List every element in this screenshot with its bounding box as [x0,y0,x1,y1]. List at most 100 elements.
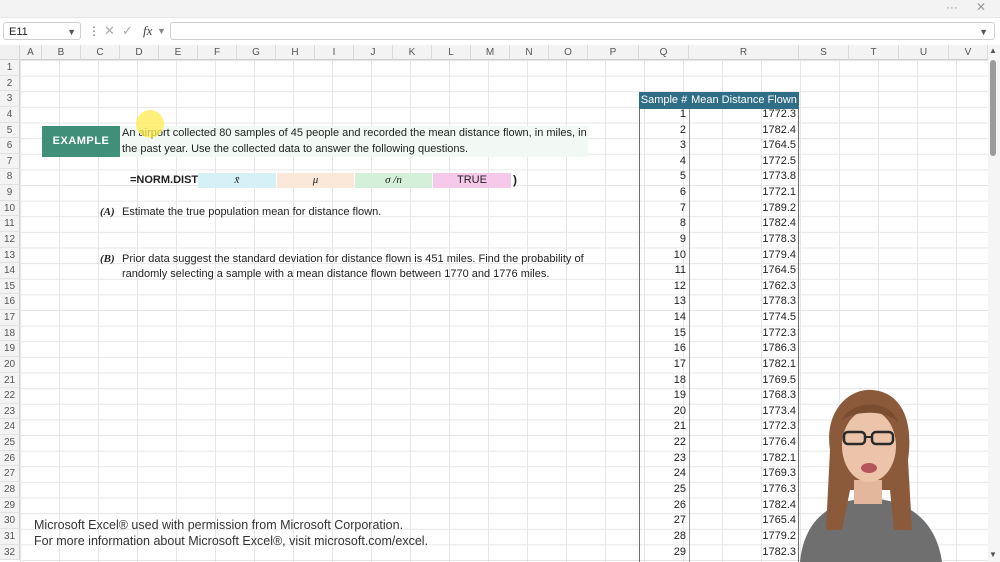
table-cell-mean[interactable]: 1782.4 [689,216,796,231]
row-header-10[interactable]: 10 [0,200,20,217]
row-header-7[interactable]: 7 [0,153,20,170]
column-header-j[interactable]: J [354,45,393,60]
table-cell-mean[interactable]: 1769.5 [689,373,796,388]
table-cell-mean[interactable]: 1789.2 [689,201,796,216]
row-header-13[interactable]: 13 [0,247,20,264]
enter-icon[interactable]: ✓ [122,22,133,40]
row-header-22[interactable]: 22 [0,388,20,404]
table-cell-sample[interactable]: 29 [639,545,686,560]
cancel-icon[interactable]: ✕ [104,22,115,40]
column-header-i[interactable]: I [315,45,354,60]
row-header-17[interactable]: 17 [0,310,20,326]
column-header-p[interactable]: P [588,45,639,60]
table-cell-mean[interactable]: 1773.4 [689,404,796,419]
table-cell-sample[interactable]: 22 [639,435,686,450]
row-header-4[interactable]: 4 [0,106,20,123]
row-header-23[interactable]: 23 [0,403,20,420]
row-header-18[interactable]: 18 [0,325,20,342]
row-header-12[interactable]: 12 [0,231,20,248]
chevron-down-icon[interactable]: ▼ [67,23,76,41]
column-header-e[interactable]: E [159,45,198,60]
table-cell-sample[interactable]: 26 [639,498,686,513]
row-header-11[interactable]: 11 [0,216,20,232]
table-cell-mean[interactable]: 1779.4 [689,248,796,263]
table-cell-mean[interactable]: 1786.3 [689,341,796,356]
column-header-t[interactable]: T [849,45,899,60]
column-header-s[interactable]: S [799,45,849,60]
table-cell-mean[interactable]: 1774.5 [689,310,796,325]
column-header-k[interactable]: K [393,45,432,60]
table-cell-mean[interactable]: 1782.4 [689,123,796,138]
table-cell-sample[interactable]: 21 [639,419,686,434]
column-header-r[interactable]: R [689,45,799,60]
table-cell-sample[interactable]: 15 [639,326,686,341]
formula-input[interactable]: ▼ [170,22,995,40]
column-header-h[interactable]: H [276,45,315,60]
row-header-19[interactable]: 19 [0,341,20,357]
row-header-14[interactable]: 14 [0,263,20,279]
table-cell-sample[interactable]: 24 [639,466,686,481]
column-header-c[interactable]: C [81,45,120,60]
row-header-15[interactable]: 15 [0,278,20,295]
insert-function-icon[interactable]: fx [143,21,152,41]
chevron-down-icon[interactable]: ▼ [157,22,166,40]
table-cell-mean[interactable]: 1782.1 [689,357,796,372]
row-header-21[interactable]: 21 [0,372,20,389]
table-cell-sample[interactable]: 19 [639,388,686,403]
row-header-6[interactable]: 6 [0,138,20,154]
table-cell-mean[interactable]: 1772.3 [689,107,796,122]
table-cell-sample[interactable]: 20 [639,404,686,419]
table-cell-mean[interactable]: 1765.4 [689,513,796,528]
table-cell-sample[interactable]: 4 [639,154,686,169]
column-header-d[interactable]: D [120,45,159,60]
row-header-30[interactable]: 30 [0,513,20,529]
more-icon[interactable]: ⋮ [88,22,100,40]
table-cell-sample[interactable]: 11 [639,263,686,278]
scrollbar-thumb[interactable] [990,60,996,156]
table-cell-mean[interactable]: 1768.3 [689,388,796,403]
column-header-l[interactable]: L [432,45,471,60]
row-header-5[interactable]: 5 [0,122,20,139]
column-header-o[interactable]: O [549,45,588,60]
row-header-27[interactable]: 27 [0,466,20,482]
close-icon[interactable]: ✕ [976,0,986,14]
table-cell-mean[interactable]: 1764.5 [689,263,796,278]
table-cell-sample[interactable]: 6 [639,185,686,200]
name-box[interactable]: E11 ▼ [3,22,81,40]
row-header-9[interactable]: 9 [0,185,20,201]
table-cell-mean[interactable]: 1772.5 [689,154,796,169]
table-cell-mean[interactable]: 1782.4 [689,498,796,513]
column-header-u[interactable]: U [899,45,949,60]
table-cell-sample[interactable]: 13 [639,294,686,309]
table-cell-sample[interactable]: 5 [639,169,686,184]
table-cell-mean[interactable]: 1773.8 [689,169,796,184]
table-cell-mean[interactable]: 1769.3 [689,466,796,481]
table-cell-sample[interactable]: 28 [639,529,686,544]
row-header-29[interactable]: 29 [0,497,20,514]
column-header-f[interactable]: F [198,45,237,60]
row-header-32[interactable]: 32 [0,544,20,561]
table-cell-sample[interactable]: 12 [639,279,686,294]
row-header-1[interactable]: 1 [0,60,20,76]
table-cell-sample[interactable]: 3 [639,138,686,153]
scroll-up-icon[interactable]: ▲ [989,46,997,55]
column-header-a[interactable]: A [20,45,42,60]
table-cell-mean[interactable]: 1778.3 [689,294,796,309]
table-cell-mean[interactable]: 1782.1 [689,451,796,466]
table-cell-mean[interactable]: 1772.1 [689,185,796,200]
table-cell-mean[interactable]: 1782.3 [689,545,796,560]
table-cell-mean[interactable]: 1778.3 [689,232,796,247]
table-cell-sample[interactable]: 18 [639,373,686,388]
table-cell-sample[interactable]: 27 [639,513,686,528]
more-options-icon[interactable]: ··· [946,0,958,14]
table-cell-mean[interactable]: 1762.3 [689,279,796,294]
row-header-3[interactable]: 3 [0,91,20,107]
table-cell-sample[interactable]: 1 [639,107,686,122]
column-header-v[interactable]: V [949,45,988,60]
table-cell-sample[interactable]: 14 [639,310,686,325]
table-cell-sample[interactable]: 7 [639,201,686,216]
table-cell-mean[interactable]: 1779.2 [689,529,796,544]
row-header-24[interactable]: 24 [0,419,20,436]
table-cell-sample[interactable]: 23 [639,451,686,466]
row-header-20[interactable]: 20 [0,356,20,373]
